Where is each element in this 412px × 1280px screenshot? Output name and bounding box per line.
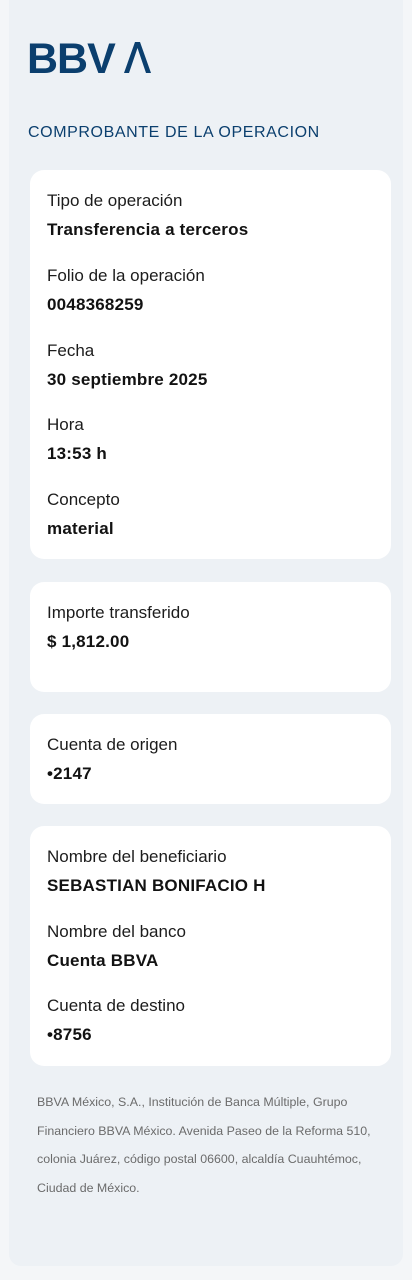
origin-account-value: •2147	[47, 764, 92, 783]
time-value: 13:53 h	[47, 444, 107, 463]
destination-account-field: Cuenta de destino •8756	[47, 996, 379, 1045]
origin-account-card: Cuenta de origen •2147	[30, 714, 391, 804]
origin-account-label: Cuenta de origen	[47, 735, 178, 754]
beneficiary-card: Nombre del beneficiario SEBASTIAN BONIFA…	[30, 826, 391, 1066]
concept-value: material	[47, 519, 114, 538]
folio-label: Folio de la operación	[47, 266, 205, 285]
operation-type-field: Tipo de operación Transferencia a tercer…	[47, 191, 379, 240]
operation-details-card: Tipo de operación Transferencia a tercer…	[30, 170, 391, 559]
bank-name-field: Nombre del banco Cuenta BBVA	[47, 922, 379, 971]
date-field: Fecha 30 septiembre 2025	[47, 341, 379, 390]
svg-text:BBV: BBV	[27, 36, 116, 78]
time-field: Hora 13:53 h	[47, 415, 379, 464]
bank-name-value: Cuenta BBVA	[47, 951, 159, 970]
beneficiary-name-label: Nombre del beneficiario	[47, 847, 227, 866]
legal-footer: BBVA México, S.A., Institución de Banca …	[37, 1095, 371, 1195]
destination-account-label: Cuenta de destino	[47, 996, 185, 1015]
amount-card: Importe transferido $ 1,812.00	[30, 582, 391, 692]
concept-field: Concepto material	[47, 490, 379, 539]
folio-field: Folio de la operación 0048368259	[47, 266, 379, 315]
concept-label: Concepto	[47, 490, 120, 509]
amount-field: Importe transferido $ 1,812.00	[47, 603, 379, 652]
amount-value: $ 1,812.00	[47, 632, 130, 651]
operation-type-value: Transferencia a terceros	[47, 220, 249, 239]
origin-account-field: Cuenta de origen •2147	[47, 735, 379, 784]
beneficiary-name-value: SEBASTIAN BONIFACIO H	[47, 876, 266, 895]
folio-value: 0048368259	[47, 295, 144, 314]
date-value: 30 septiembre 2025	[47, 370, 208, 389]
page-title: COMPROBANTE DE LA OPERACION	[28, 124, 320, 141]
destination-account-value: •8756	[47, 1025, 92, 1044]
amount-label: Importe transferido	[47, 603, 190, 622]
date-label: Fecha	[47, 341, 95, 360]
time-label: Hora	[47, 415, 84, 434]
bbva-logo: BBV	[27, 36, 157, 78]
bank-name-label: Nombre del banco	[47, 922, 186, 941]
beneficiary-name-field: Nombre del beneficiario SEBASTIAN BONIFA…	[47, 847, 379, 896]
operation-type-label: Tipo de operación	[47, 191, 183, 210]
